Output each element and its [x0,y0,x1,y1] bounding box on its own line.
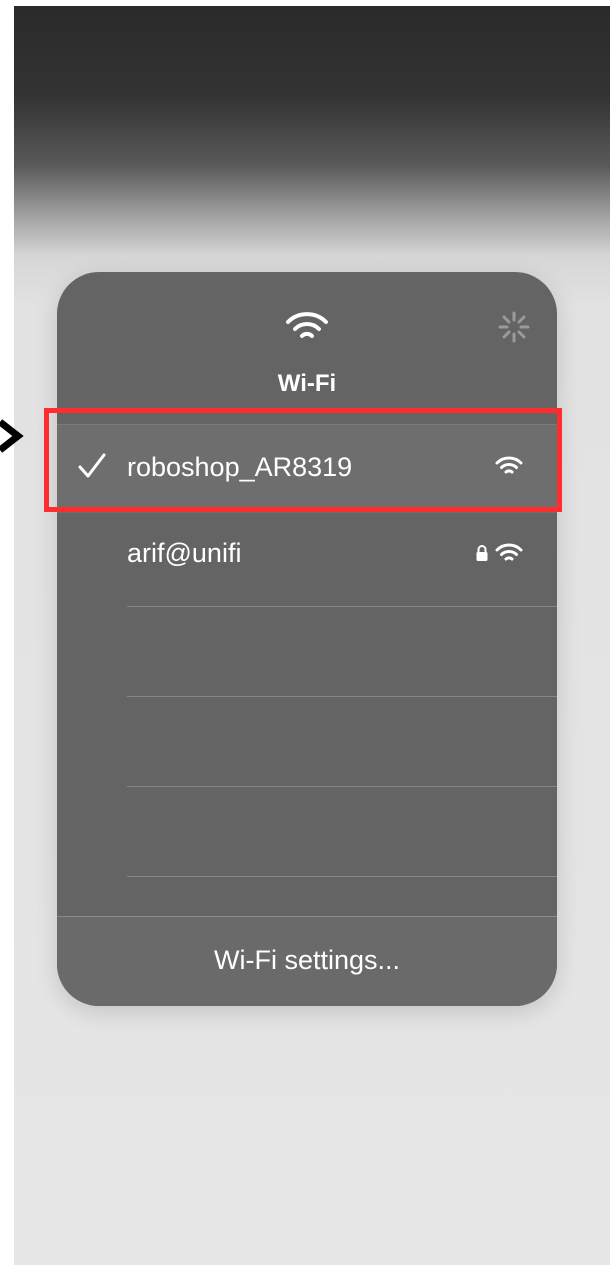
wifi-panel: Wi-Fi roboshop_AR8319 arif@unifi Wi-Fi s… [57,272,557,1006]
spinner-icon [498,311,530,343]
checkmark-icon [78,453,106,478]
phone-screen: Wi-Fi roboshop_AR8319 arif@unifi Wi-Fi s… [14,6,610,1265]
list-divider [127,696,557,697]
arrow-pointer-icon [0,419,24,453]
list-divider [127,786,557,787]
network-row[interactable]: arif@unifi [57,518,557,606]
lock-icon [476,545,488,561]
network-name: arif@unifi [127,538,242,568]
list-divider [127,606,557,607]
wifi-signal-icon [495,543,523,561]
network-name: roboshop_AR8319 [127,452,353,482]
list-divider [127,876,557,877]
panel-title: Wi-Fi [277,370,337,397]
wifi-icon [286,312,328,338]
wifi-settings-button[interactable]: Wi-Fi settings... [57,917,557,1006]
wifi-settings-label: Wi-Fi settings... [213,945,401,975]
wifi-signal-icon [495,456,523,474]
network-row-connected[interactable]: roboshop_AR8319 [57,424,557,513]
